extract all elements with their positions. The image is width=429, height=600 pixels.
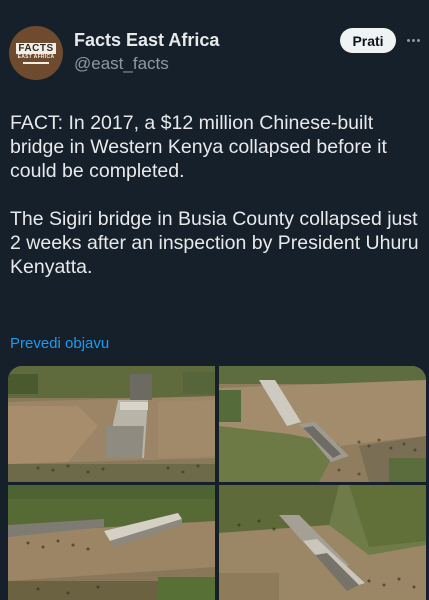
tweet-card: FACTS EAST AFRICA Facts East Africa @eas… (0, 0, 429, 600)
bridge-photo-1[interactable] (8, 366, 215, 482)
avatar-logo-text: FACTS (16, 42, 56, 54)
account-name[interactable]: Facts East Africa (74, 30, 219, 51)
tweet-paragraph: The Sigiri bridge in Busia County collap… (10, 208, 419, 278)
tweet-text: FACT: In 2017, a $12 million Chinese-bui… (10, 111, 422, 279)
tweet-paragraph: FACT: In 2017, a $12 million Chinese-bui… (10, 112, 387, 182)
account-handle[interactable]: @east_facts (74, 54, 169, 74)
avatar[interactable]: FACTS EAST AFRICA (9, 26, 63, 80)
more-options-icon[interactable] (403, 30, 423, 50)
follow-button[interactable]: Prati (340, 28, 396, 53)
media-grid (8, 366, 426, 600)
translate-post-link[interactable]: Prevedi objavu (10, 335, 109, 352)
avatar-logo-bar (23, 61, 49, 64)
bridge-photo-3[interactable] (8, 485, 215, 600)
bridge-photo-2[interactable] (219, 366, 426, 482)
avatar-logo-subtext: EAST AFRICA (17, 53, 55, 60)
bridge-photo-4[interactable] (219, 485, 426, 600)
